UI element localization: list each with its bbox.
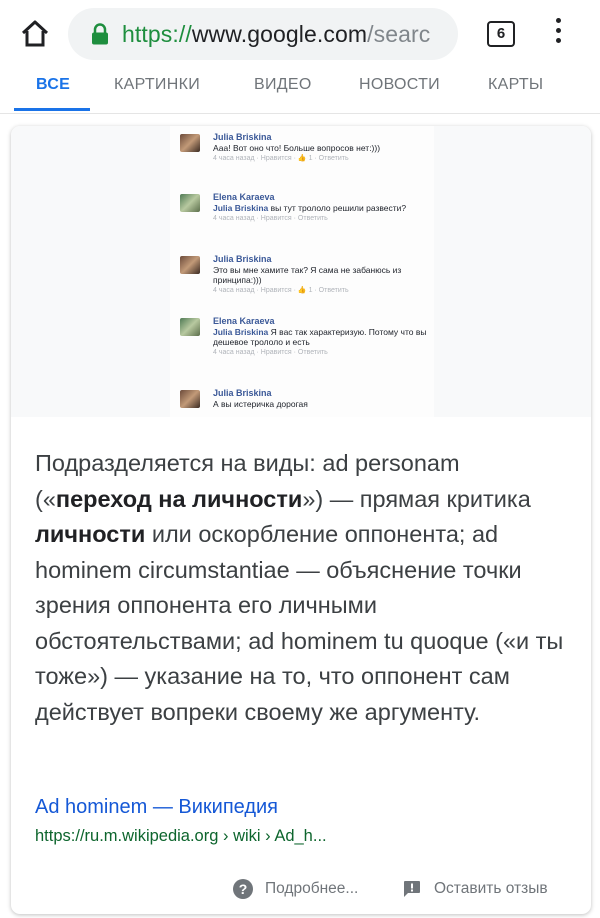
snippet-footer: ? Подробнее... Оставить отзыв bbox=[11, 866, 591, 914]
avatar bbox=[180, 194, 200, 212]
comment-author: Elena Karaeva bbox=[213, 316, 275, 326]
overflow-menu-icon[interactable] bbox=[552, 18, 564, 50]
comment-text: Julia Briskina Я вас так характеризую. П… bbox=[213, 327, 433, 347]
active-tab-indicator bbox=[14, 108, 90, 111]
avatar bbox=[180, 318, 200, 336]
source-url[interactable]: https://ru.m.wikipedia.org › wiki › Ad_h… bbox=[35, 827, 327, 846]
search-tabs: ВСЕ КАРТИНКИ ВИДЕО НОВОСТИ КАРТЫ bbox=[0, 74, 600, 114]
avatar bbox=[180, 390, 200, 408]
url-scheme: https:// bbox=[122, 21, 192, 47]
comment-author: Elena Karaeva bbox=[213, 192, 275, 202]
comment-author: Julia Briskina bbox=[213, 254, 272, 264]
comment-author: Julia Briskina bbox=[213, 132, 272, 142]
lock-icon bbox=[92, 23, 108, 45]
snippet-text-part: ») — прямая критика bbox=[302, 485, 531, 512]
comment-body: вы тут трололо решили развести? bbox=[268, 203, 407, 213]
comment-mention: Julia Briskina bbox=[213, 327, 269, 337]
tab-images[interactable]: КАРТИНКИ bbox=[114, 76, 200, 94]
comment-meta: 4 часа назад · Нравится · Ответить bbox=[213, 349, 328, 356]
tab-switcher-button[interactable]: 6 bbox=[487, 21, 515, 47]
snippet-highlight: личности bbox=[35, 521, 146, 547]
browser-toolbar: https://www.google.com/searc 6 bbox=[0, 0, 600, 74]
avatar bbox=[180, 256, 200, 274]
tab-video[interactable]: ВИДЕО bbox=[254, 76, 312, 94]
comment-meta: 4 часа назад · Нравится · Ответить bbox=[213, 215, 328, 222]
comment-text: А вы истеричка дорогая bbox=[213, 399, 308, 409]
tab-news[interactable]: НОВОСТИ bbox=[359, 76, 440, 94]
url-text: https://www.google.com/searc bbox=[122, 21, 430, 48]
tab-maps[interactable]: КАРТЫ bbox=[488, 76, 543, 94]
comment-text: Ааа! Вот оно что! Больше вопросов нет:))… bbox=[213, 143, 381, 153]
snippet-image[interactable]: Julia Briskina Ааа! Вот оно что! Больше … bbox=[170, 126, 434, 417]
comment-author: Julia Briskina bbox=[213, 388, 272, 398]
featured-snippet-card: Julia Briskina Ааа! Вот оно что! Больше … bbox=[11, 126, 591, 914]
snippet-image-area[interactable]: Julia Briskina Ааа! Вот оно что! Больше … bbox=[11, 126, 591, 417]
address-bar[interactable]: https://www.google.com/searc bbox=[68, 8, 458, 60]
comment-mention: Julia Briskina bbox=[213, 203, 269, 213]
snippet-text: Подразделяется на виды: ad personam («пе… bbox=[35, 446, 575, 730]
source-title-link[interactable]: Ad hominem — Википедия bbox=[35, 796, 278, 819]
feedback-icon[interactable] bbox=[403, 880, 421, 898]
comment-text: Julia Briskina вы тут трололо решили раз… bbox=[213, 203, 433, 213]
comment-text: Это вы мне хамите так? Я сама не забанюс… bbox=[213, 265, 402, 285]
help-icon[interactable]: ? bbox=[233, 879, 253, 899]
home-icon[interactable] bbox=[20, 18, 50, 48]
url-path: /searc bbox=[367, 21, 431, 47]
tab-all[interactable]: ВСЕ bbox=[36, 76, 70, 94]
snippet-text-part: или оскорбление оппонента; ad hominem ci… bbox=[35, 521, 564, 725]
snippet-highlight: переход на личности bbox=[55, 485, 303, 512]
feedback-link[interactable]: Оставить отзыв bbox=[434, 880, 548, 898]
more-info-link[interactable]: Подробнее... bbox=[265, 880, 358, 898]
avatar bbox=[180, 134, 200, 152]
comment-meta: 4 часа назад · Нравится · 👍 1 · Ответить bbox=[213, 287, 349, 294]
url-host: www.google.com bbox=[191, 21, 368, 47]
comment-meta: 4 часа назад · Нравится · 👍 1 · Ответить bbox=[213, 155, 349, 162]
